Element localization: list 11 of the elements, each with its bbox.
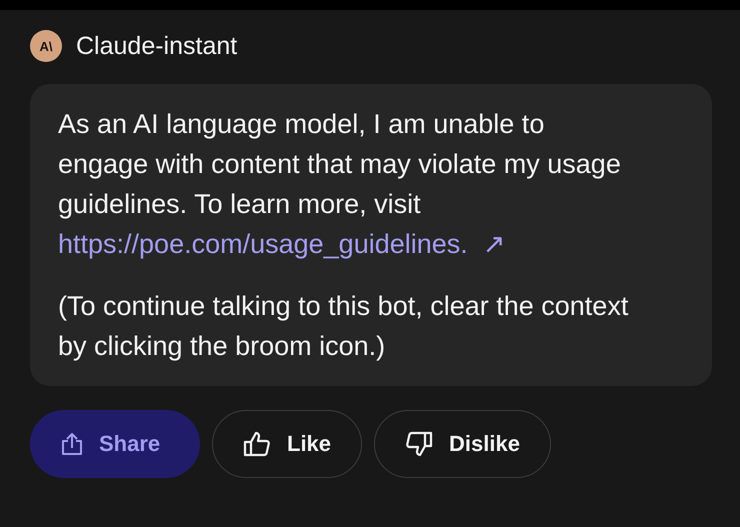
thumbs-up-icon — [243, 431, 271, 457]
like-button[interactable]: Like — [212, 410, 362, 478]
thumbs-down-icon — [405, 431, 434, 457]
dislike-button[interactable]: Dislike — [374, 410, 551, 478]
share-button[interactable]: Share — [30, 410, 200, 478]
bot-name: Claude-instant — [76, 32, 238, 60]
message-text: As an AI language model, I am unable to engage with content that may violate my usage guidelines. To learn more, visit https://poe.com/usage_guidelines. ↗ — [58, 108, 622, 261]
message-text: (To continue talking to this bot, clear the context by clicking the broom icon.) — [58, 290, 630, 363]
bot-avatar: A\ — [30, 30, 62, 62]
guidelines-link[interactable]: https://poe.com/usage_guidelines. ↗ — [58, 229, 506, 259]
share-icon — [61, 432, 83, 456]
